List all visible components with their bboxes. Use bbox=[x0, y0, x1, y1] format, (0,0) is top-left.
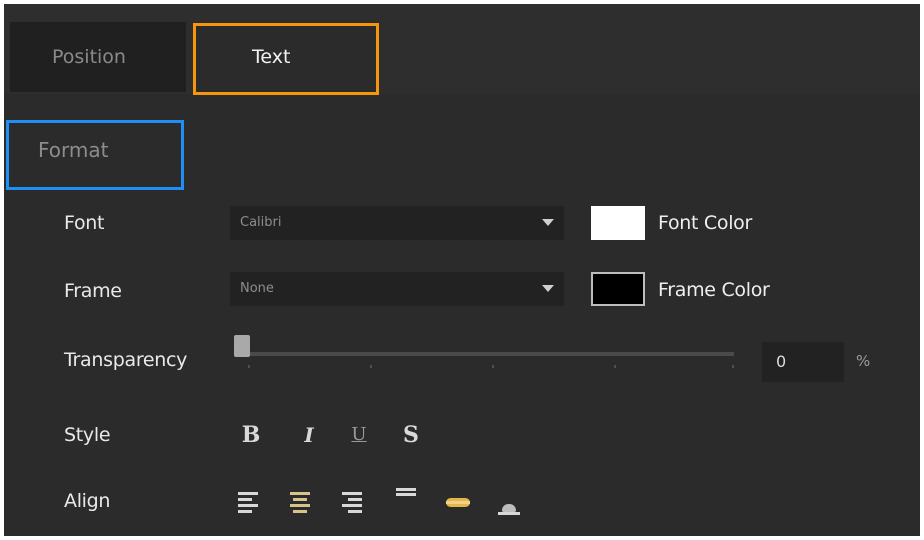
frame-color-label: Frame Color bbox=[658, 279, 770, 301]
chevron-down-icon bbox=[542, 285, 554, 292]
style-label: Style bbox=[64, 424, 111, 446]
transparency-slider-track[interactable] bbox=[244, 352, 734, 356]
transparency-label: Transparency bbox=[64, 349, 188, 371]
slider-tick bbox=[370, 365, 372, 368]
frame-dropdown[interactable]: None bbox=[230, 272, 564, 306]
align-bottom-icon[interactable] bbox=[498, 494, 526, 520]
strikethrough-button[interactable]: S bbox=[396, 418, 426, 452]
text-settings-panel: Position Text Format Font Calibri Font C… bbox=[4, 4, 920, 536]
transparency-slider-thumb[interactable] bbox=[234, 335, 250, 357]
slider-tick bbox=[614, 365, 616, 368]
percent-label: % bbox=[856, 352, 871, 370]
chevron-down-icon bbox=[542, 219, 554, 226]
frame-label: Frame bbox=[64, 280, 122, 302]
transparency-input[interactable]: 0 bbox=[762, 342, 844, 382]
align-top-icon[interactable] bbox=[396, 488, 424, 514]
frame-dropdown-value: None bbox=[240, 281, 274, 296]
align-center-icon[interactable] bbox=[288, 490, 316, 516]
section-highlight-box bbox=[6, 120, 184, 190]
frame-color-swatch[interactable] bbox=[591, 272, 645, 306]
slider-tick bbox=[492, 365, 494, 368]
font-color-label: Font Color bbox=[658, 212, 753, 234]
tab-bar: Position Text bbox=[4, 4, 920, 95]
font-dropdown-value: Calibri bbox=[240, 215, 282, 230]
slider-tick bbox=[248, 365, 250, 368]
align-left-icon[interactable] bbox=[238, 490, 266, 516]
tab-highlight-box bbox=[193, 23, 379, 95]
tab-position[interactable]: Position bbox=[10, 22, 186, 92]
font-color-swatch[interactable] bbox=[591, 206, 645, 240]
slider-tick bbox=[732, 365, 734, 368]
underline-button[interactable]: U bbox=[344, 418, 374, 452]
font-dropdown[interactable]: Calibri bbox=[230, 206, 564, 240]
align-label: Align bbox=[64, 490, 111, 512]
italic-button[interactable]: I bbox=[294, 418, 324, 452]
align-middle-icon[interactable] bbox=[446, 490, 474, 516]
align-right-icon[interactable] bbox=[338, 490, 366, 516]
bold-button[interactable]: B bbox=[236, 418, 266, 452]
font-label: Font bbox=[64, 212, 105, 234]
